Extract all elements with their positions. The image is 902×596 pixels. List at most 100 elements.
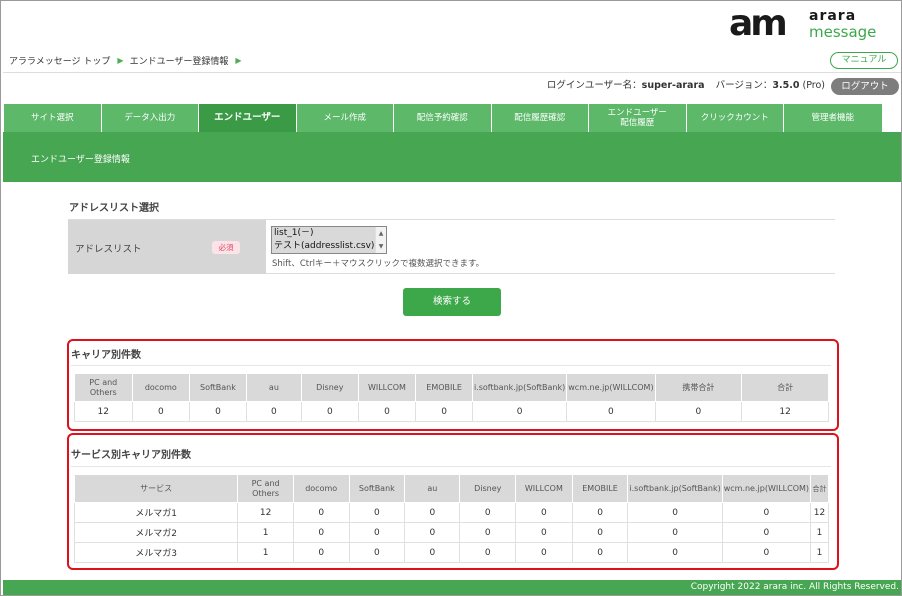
column-header: サービス	[73, 474, 239, 503]
tab-click-count[interactable]: クリックカウント	[686, 104, 784, 132]
column-header: EMOBILE	[415, 373, 473, 402]
carrier-section-title: キャリア別件数	[71, 350, 141, 361]
table-cell: 0	[348, 502, 406, 523]
table-row: メルマガ3 1 0 0 0 0 0 0 0 0 1	[73, 542, 829, 563]
copyright: Copyright 2022 arara inc. All Rights Res…	[690, 582, 899, 592]
table-cell: 0	[571, 502, 629, 523]
table-cell: 0	[721, 502, 812, 523]
table-cell: 1	[810, 522, 829, 543]
tab-data-io[interactable]: データ入出力	[101, 104, 199, 132]
carrier-count-table: PC and Others docomo SoftBank au Disney …	[74, 373, 829, 422]
table-cell: 12	[810, 502, 829, 523]
listbox-scrollbar[interactable]: ▲ ▼	[375, 227, 386, 253]
tab-end-user-delivery-history[interactable]: エンドユーザー 配信履歴	[589, 104, 687, 132]
column-header: 合計	[810, 474, 829, 503]
logout-button[interactable]: ログアウト	[831, 78, 899, 95]
column-header: au	[245, 373, 303, 402]
table-cell: 0	[515, 502, 573, 523]
table-cell: 0	[459, 542, 516, 563]
logo-word-arara: arara	[809, 8, 857, 24]
breadcrumb-home-link[interactable]: アララメッセージ トップ	[9, 54, 110, 67]
address-section-title: アドレスリスト選択	[69, 203, 159, 214]
page-header-bar: エンドユーザー登録情報	[3, 132, 901, 182]
table-cell: 0	[348, 522, 406, 543]
column-header: WILLCOM	[515, 474, 573, 503]
version-edition: (Pro)	[802, 80, 825, 91]
table-cell: 0	[245, 401, 303, 422]
tab-delivery-reservation[interactable]: 配信予約確認	[394, 104, 492, 132]
table-cell: 12	[741, 401, 829, 422]
column-header: wcm.ne.jp(WILLCOM)	[566, 373, 656, 402]
breadcrumb-separator-icon: ▶	[117, 55, 124, 65]
column-header: au	[404, 474, 461, 503]
table-header-row: サービス PC and Others docomo SoftBank au Di…	[73, 474, 829, 503]
column-header: PC and Others	[237, 474, 294, 503]
arara-message-logo[interactable]: am arara message	[729, 3, 889, 44]
table-cell: 0	[357, 401, 417, 422]
table-cell: 0	[292, 522, 350, 543]
table-cell: 0	[721, 522, 812, 543]
table-cell: 0	[404, 502, 461, 523]
table-cell: 1	[810, 542, 829, 563]
column-header: Disney	[459, 474, 516, 503]
divider	[71, 365, 831, 366]
tab-site-select[interactable]: サイト選択	[4, 104, 102, 132]
address-list-select[interactable]: list_1(－) テスト(addresslist.csv) ▲ ▼	[271, 226, 387, 254]
table-cell: 0	[571, 542, 629, 563]
address-list-label-cell: アドレスリスト 必須	[68, 220, 266, 274]
divider	[71, 466, 831, 467]
table-cell: 0	[654, 401, 743, 422]
column-header: 合計	[741, 373, 829, 402]
table-cell: 1	[237, 522, 294, 543]
tab-label-line2: 配信履歴	[620, 118, 655, 128]
column-header: wcm.ne.jp(WILLCOM)	[721, 474, 812, 503]
tab-mail-create[interactable]: メール作成	[296, 104, 394, 132]
tab-end-user[interactable]: エンドユーザー	[199, 104, 297, 132]
table-cell: 0	[515, 542, 573, 563]
table-cell: 0	[189, 401, 247, 422]
table-cell: 0	[627, 502, 723, 523]
table-cell: 0	[301, 401, 359, 422]
column-header: PC and Others	[74, 373, 133, 402]
address-list-label: アドレスリスト	[75, 244, 142, 255]
table-header-row: PC and Others docomo SoftBank au Disney …	[74, 373, 829, 402]
page-title: エンドユーザー登録情報	[31, 155, 130, 165]
service-section-title: サービス別キャリア別件数	[71, 450, 191, 461]
search-button[interactable]: 検索する	[403, 288, 501, 316]
tab-label-line1: エンドユーザー	[607, 108, 667, 118]
table-row: メルマガ2 1 0 0 0 0 0 0 0 0 1	[73, 522, 829, 543]
tab-delivery-history[interactable]: 配信履歴確認	[491, 104, 589, 132]
table-cell: 0	[292, 542, 350, 563]
table-cell: メルマガ3	[73, 542, 239, 563]
required-badge: 必須	[212, 241, 240, 254]
address-list-option[interactable]: テスト(addresslist.csv)	[272, 240, 376, 253]
table-cell: 0	[627, 542, 723, 563]
logo-mark: am	[729, 3, 788, 44]
table-cell: 0	[515, 522, 573, 543]
app-window: am arara message アララメッセージ トップ ▶ エンドユーザー登…	[0, 0, 902, 596]
table-cell: 0	[404, 542, 461, 563]
table-row: メルマガ1 12 0 0 0 0 0 0 0 0 12	[73, 502, 829, 523]
version-number: 3.5.0	[772, 80, 800, 91]
breadcrumb-current: エンドユーザー登録情報	[129, 56, 229, 67]
footer: Copyright 2022 arara inc. All Rights Res…	[3, 580, 901, 595]
table-cell: 0	[627, 522, 723, 543]
column-header: docomo	[292, 474, 350, 503]
table-cell: メルマガ1	[73, 502, 239, 523]
table-cell: 0	[131, 401, 191, 422]
table-cell: 12	[74, 401, 133, 422]
logo-word-message: message	[809, 23, 877, 41]
tab-admin[interactable]: 管理者機能	[784, 104, 882, 132]
manual-button[interactable]: マニュアル	[830, 52, 898, 69]
table-cell: 0	[404, 522, 461, 543]
version-prefix: バージョン：	[715, 80, 773, 91]
table-cell: 0	[459, 502, 516, 523]
table-cell: 0	[415, 401, 473, 422]
table-row: 12 0 0 0 0 0 0 0 0 0 12	[74, 401, 829, 422]
table-cell: 0	[571, 522, 629, 543]
column-header: SoftBank	[348, 474, 406, 503]
address-list-form: アドレスリスト 必須 list_1(－) テスト(addresslist.csv…	[68, 219, 835, 274]
column-header: 携帯合計	[654, 373, 743, 402]
address-list-option[interactable]: list_1(－)	[272, 227, 376, 240]
column-header: Disney	[301, 373, 359, 402]
